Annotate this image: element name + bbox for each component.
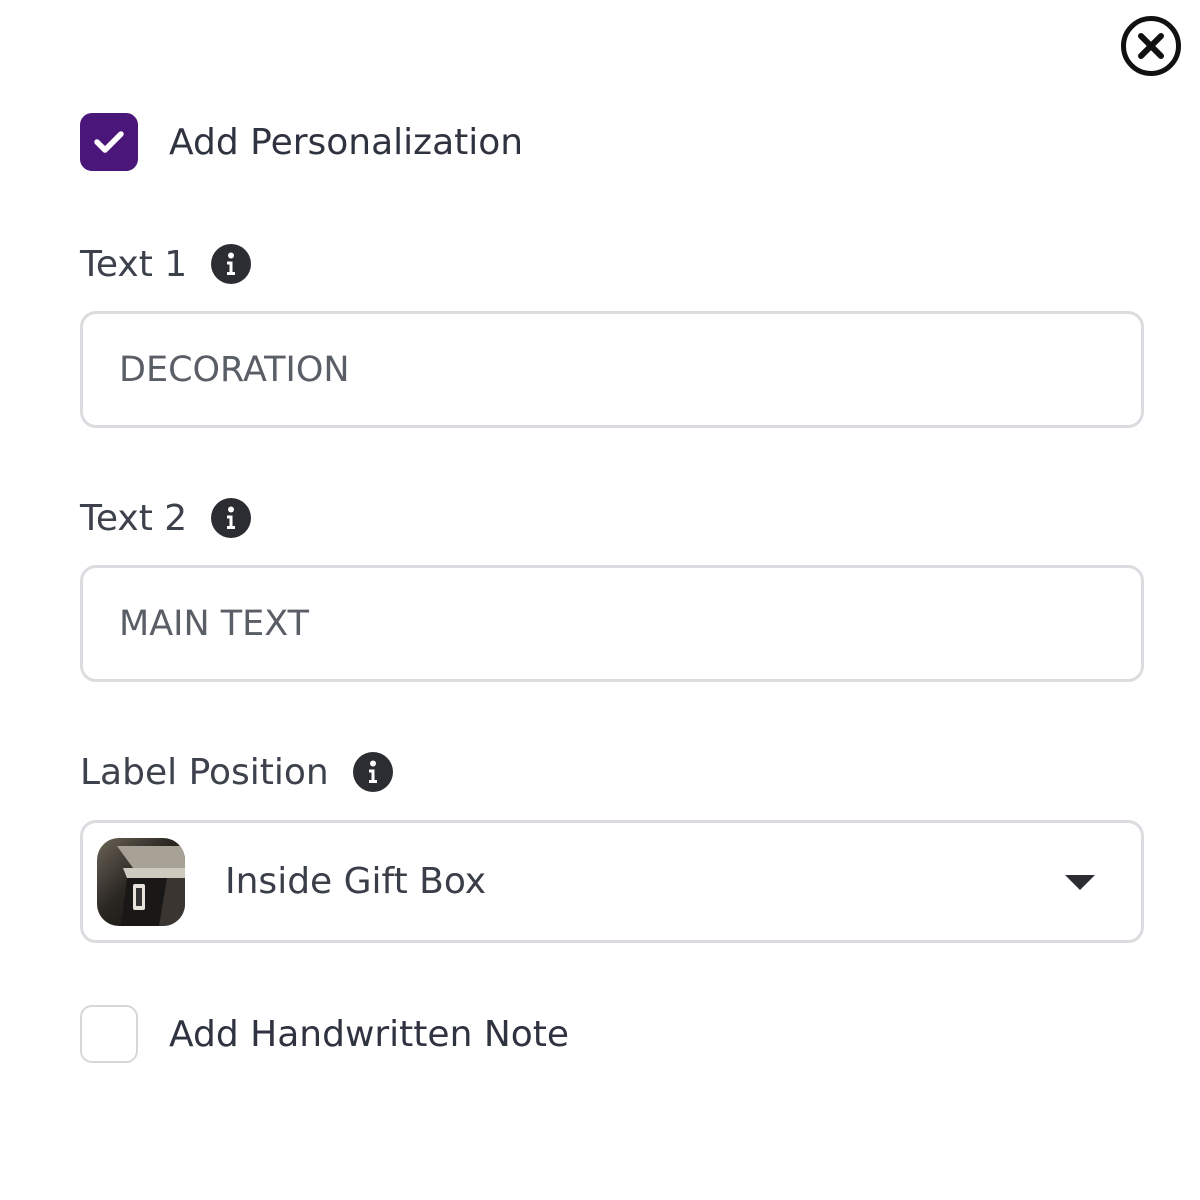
label-position-label-row: Label Position: [80, 750, 393, 794]
info-icon[interactable]: [352, 752, 393, 792]
caret-down-icon: [1064, 873, 1096, 891]
text-1-label-row: Text 1: [80, 242, 252, 286]
text-2-label-row: Text 2: [80, 496, 252, 540]
add-personalization-label: Add Personalization: [169, 121, 524, 163]
text-2-label: Text 2: [80, 497, 188, 539]
text-2-input[interactable]: [80, 565, 1144, 682]
text-1-input[interactable]: [80, 311, 1144, 428]
add-handwritten-note-option[interactable]: Add Handwritten Note: [80, 1005, 569, 1063]
add-handwritten-note-label: Add Handwritten Note: [169, 1013, 570, 1055]
add-personalization-checkbox[interactable]: [80, 113, 138, 171]
info-icon[interactable]: [211, 244, 252, 284]
label-position-select[interactable]: Inside Gift Box: [80, 820, 1144, 943]
add-handwritten-note-checkbox[interactable]: [80, 1005, 138, 1063]
personalization-panel: Add Personalization Text 1 Text 2 Label …: [0, 0, 1200, 1200]
info-icon[interactable]: [211, 498, 252, 538]
label-position-label: Label Position: [80, 751, 329, 793]
text-1-label: Text 1: [80, 243, 188, 285]
label-position-value: Inside Gift Box: [225, 861, 487, 902]
gift-box-thumbnail: [97, 837, 185, 926]
close-circle-icon: [1121, 16, 1181, 76]
close-button[interactable]: [1120, 15, 1182, 77]
checkmark-icon: [94, 131, 124, 153]
add-personalization-option[interactable]: Add Personalization: [80, 113, 523, 171]
